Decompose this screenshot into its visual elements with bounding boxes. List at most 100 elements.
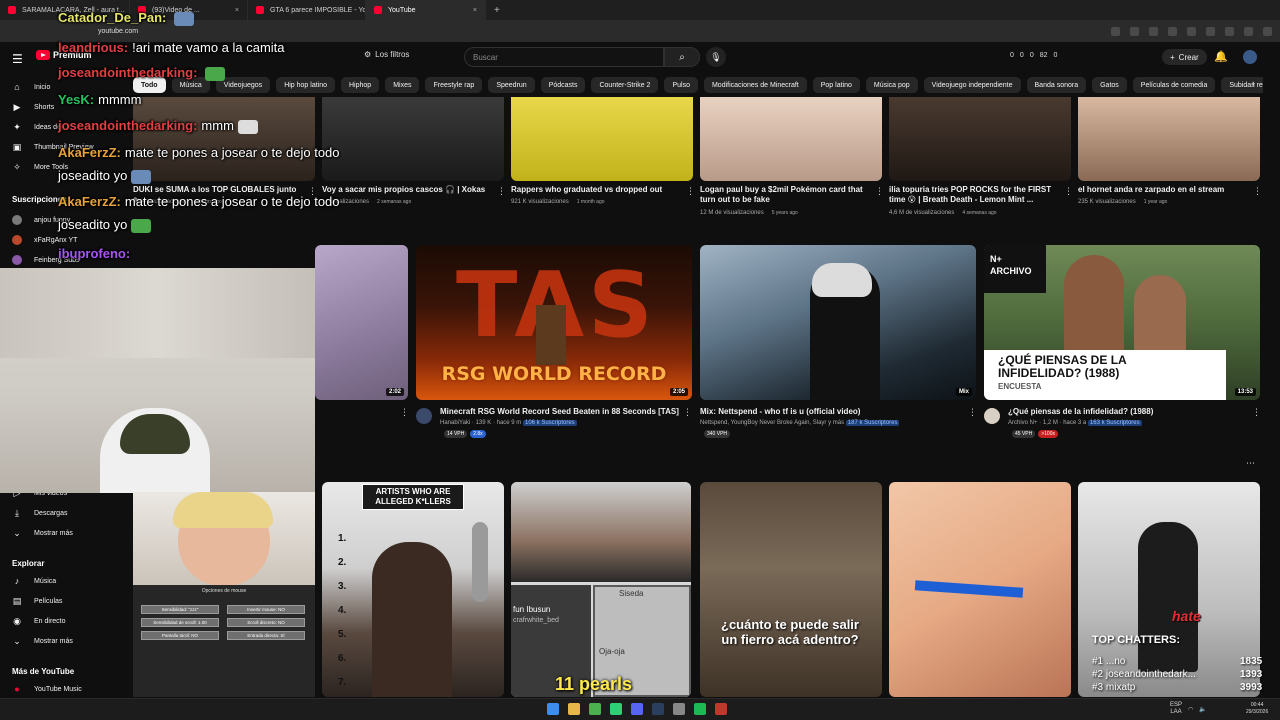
chip-mixes[interactable]: Mixes <box>385 77 420 93</box>
extension-icon[interactable] <box>1206 26 1215 36</box>
clock[interactable]: 00:44 29/3/2026 <box>1246 702 1268 716</box>
game-option-button[interactable]: Invertir mouse: NO <box>227 605 305 614</box>
channel-avatar[interactable] <box>984 408 1000 424</box>
chrome-icon[interactable] <box>589 703 601 715</box>
channel-name[interactable]: Archivo N+ <box>1008 420 1038 426</box>
subscription-item[interactable]: xFaRgAnx YT <box>12 235 77 245</box>
game-option-button[interactable]: Sensibilidad: "zzz" <box>141 605 219 614</box>
search-input[interactable]: Buscar <box>464 47 664 67</box>
video-thumbnail[interactable] <box>700 97 882 181</box>
chat-username[interactable]: AkaFerzZ: <box>58 145 121 160</box>
chat-username[interactable]: YesK: <box>58 92 94 107</box>
filters-button[interactable]: ⚙ Los filtros <box>364 50 409 59</box>
video-thumbnail[interactable]: TAS RSG WORLD RECORD 2:05 <box>416 245 692 400</box>
more-options-icon[interactable]: ⋮ <box>686 186 695 197</box>
more-options-icon[interactable]: ⋮ <box>875 186 884 197</box>
browser-tab[interactable]: GTA 6 parece IMPOSIBLE - YouT...× <box>248 0 366 20</box>
chip-hiphop[interactable]: Hiphop <box>341 77 380 93</box>
bookmark-star-icon[interactable] <box>1130 26 1139 36</box>
windows-start-icon[interactable] <box>547 703 559 715</box>
sidebar-item[interactable]: ⌂ Inicio <box>12 82 50 92</box>
notifications-bell-icon[interactable]: 🔔 <box>1214 50 1228 63</box>
sidebar-item[interactable]: ♪ Música <box>12 576 56 586</box>
account-avatar[interactable] <box>1243 50 1257 64</box>
video-thumbnail[interactable] <box>1078 97 1260 181</box>
video-thumbnail[interactable]: N+ ARCHIVO ¿QUÉ PIENSAS DE LA INFIDELIDA… <box>984 245 1260 400</box>
video-title[interactable]: ilia topuria tries POP ROCKS for the FIR… <box>889 185 1059 206</box>
volume-icon[interactable]: 🔈 <box>1199 706 1206 713</box>
game-option-button[interactable]: Scroll discreto: NO <box>227 618 305 627</box>
chat-username[interactable]: leandrious: <box>58 40 128 55</box>
chip-freestyle-rap[interactable]: Freestyle rap <box>425 77 483 93</box>
search-button[interactable]: ⌕ <box>664 47 700 67</box>
steam-icon[interactable] <box>652 703 664 715</box>
video-thumbnail[interactable]: Mix <box>700 245 976 400</box>
video-thumbnail[interactable] <box>511 97 693 181</box>
chip-pop-latino[interactable]: Pop latino <box>812 77 860 93</box>
chat-username[interactable]: joseandointhedarking: <box>58 118 197 133</box>
chat-username[interactable]: ibuprofeno: <box>58 246 130 261</box>
language-indicator[interactable]: ESP LAA <box>1170 702 1182 716</box>
sidebar-item[interactable]: ▶ Shorts <box>12 102 55 112</box>
channel-avatar[interactable] <box>416 408 432 424</box>
more-options-icon[interactable]: ⋮ <box>497 186 506 197</box>
chip-pódcasts[interactable]: Pódcasts <box>540 77 586 93</box>
chevron-right-icon[interactable]: › <box>1252 78 1255 88</box>
chip-películas-de-comedia[interactable]: Películas de comedia <box>1132 77 1216 93</box>
channel-name[interactable]: HanabiYaki <box>440 420 470 426</box>
short-thumbnail[interactable]: ARTISTS WHO ARE ALLEGED K*LLERS 1. 2. 3. 4.… <box>322 482 504 697</box>
extension-icon[interactable] <box>1149 26 1158 36</box>
chip-música-pop[interactable]: Música pop <box>865 77 918 93</box>
obs-icon[interactable] <box>715 703 727 715</box>
section-more-options-icon[interactable]: ⋯ <box>1246 458 1255 469</box>
chip-speedrun[interactable]: Speedrun <box>488 77 535 93</box>
sidebar-item[interactable]: ● YouTube Music <box>12 684 81 694</box>
game-option-button[interactable]: Pantalla táctil: NO <box>141 631 219 640</box>
game-option-button[interactable]: Entrada directa: SÍ <box>227 631 305 640</box>
video-thumbnail[interactable]: 2:02 <box>315 245 408 400</box>
sidebar-item[interactable]: ⤓ Descargas <box>12 508 67 518</box>
guide-menu-icon[interactable]: ☰ <box>12 52 24 66</box>
extension-icon[interactable] <box>1111 26 1120 36</box>
extension-icon[interactable] <box>1187 26 1196 36</box>
chip-banda-sonora[interactable]: Banda sonora <box>1026 77 1087 93</box>
game-option-button[interactable]: Sensibilidad de scroll: 1.00 <box>141 618 219 627</box>
video-thumbnail[interactable] <box>889 97 1071 181</box>
more-options-icon[interactable]: ⋮ <box>400 407 409 418</box>
chip-hip-hop-latino[interactable]: Hip hop latino <box>276 77 335 93</box>
sidebar-item[interactable]: ⌄ Mostrar más <box>12 528 73 538</box>
more-options-icon[interactable]: ⋮ <box>683 407 692 418</box>
more-options-icon[interactable]: ⋮ <box>1253 186 1262 197</box>
browser-tab[interactable]: YouTube × <box>366 0 486 20</box>
discord-icon[interactable] <box>631 703 643 715</box>
new-tab-button[interactable]: + <box>486 5 508 16</box>
chat-username[interactable]: Catador_De_Pan: <box>58 10 166 25</box>
app-icon[interactable] <box>673 703 685 715</box>
sidebar-item[interactable]: ◉ En directo <box>12 616 65 626</box>
sidebar-item[interactable]: ▤ Películas <box>12 596 63 606</box>
short-thumbnail[interactable]: Siseda Oja-oja fun Ibusun crafrwhite_bed <box>511 482 691 697</box>
app-icon[interactable] <box>610 703 622 715</box>
profile-icon[interactable] <box>1244 26 1253 36</box>
chat-username[interactable]: joseandointhedarking: <box>58 65 197 80</box>
video-title[interactable]: Logan paul buy a $2mil Pokémon card that… <box>700 185 870 206</box>
spotify-icon[interactable] <box>694 703 706 715</box>
chip-modificaciones-de-minecraft[interactable]: Modificaciones de Minecraft <box>703 77 807 93</box>
extension-icon[interactable] <box>1168 26 1177 36</box>
chip-videojuego-independiente[interactable]: Videojuego independiente <box>923 77 1021 93</box>
channel-name[interactable]: Nettspend, YoungBoy Never Broke Again, S… <box>700 420 844 426</box>
video-title[interactable]: Minecraft RSG World Record Seed Beaten i… <box>440 407 680 417</box>
file-explorer-icon[interactable] <box>568 703 580 715</box>
chip-subidas-recientes[interactable]: Subidas recientes <box>1221 77 1263 93</box>
video-title[interactable]: Mix: Nettspend - who tf is u (official v… <box>700 407 960 417</box>
more-options-icon[interactable]: ⋮ <box>1252 407 1261 418</box>
wifi-icon[interactable]: ◠ <box>1188 706 1193 713</box>
chat-username[interactable]: AkaFerzZ: <box>58 194 121 209</box>
voice-search-button[interactable]: 🎙 <box>706 47 726 67</box>
more-options-icon[interactable]: ⋮ <box>1064 186 1073 197</box>
chip-pulso[interactable]: Pulso <box>664 77 698 93</box>
chip-counter-strike-2[interactable]: Counter-Strike 2 <box>591 77 659 93</box>
short-thumbnail[interactable] <box>889 482 1071 697</box>
video-title[interactable]: ¿Qué piensas de la infidelidad? (1988) <box>1008 407 1248 417</box>
menu-icon[interactable] <box>1263 26 1272 36</box>
